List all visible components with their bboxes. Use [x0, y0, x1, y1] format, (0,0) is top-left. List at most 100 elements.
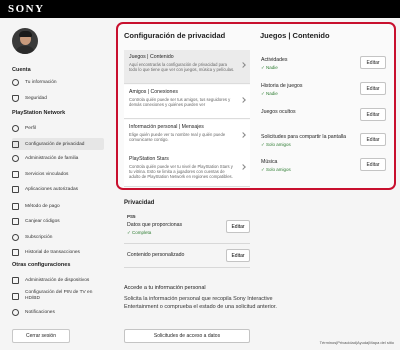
- chevron-right-icon: [240, 62, 246, 68]
- privacy-card-juegos[interactable]: Juegos | Contenido Aquí encontrarás la c…: [124, 50, 250, 84]
- sidebar: Cuenta Tu información Seguridad PlayStat…: [0, 18, 110, 350]
- chevron-right-icon: [240, 132, 246, 138]
- sidebar-item-seguridad[interactable]: Seguridad: [12, 92, 104, 104]
- chevron-right-icon: [240, 164, 246, 170]
- sidebar-item-label: Perfil: [25, 125, 36, 131]
- edit-button[interactable]: Editar: [226, 249, 250, 262]
- sidebar-item-label: Tu información: [25, 79, 57, 85]
- card-title: Información personal | Mensajes: [129, 124, 204, 130]
- privacy-title: Configuración de privacidad: [124, 31, 226, 40]
- row-status: ✓ Nadie: [261, 65, 278, 70]
- sidebar-item-aplicaciones[interactable]: Aplicaciones autorizadas: [12, 183, 104, 195]
- edit-button[interactable]: Editar: [226, 220, 250, 233]
- games-row-ocultos: Juegos ocultos Editar: [258, 106, 390, 126]
- row-status: ✓ Solo amigos: [261, 142, 291, 147]
- avatar[interactable]: [12, 28, 38, 54]
- row-title: Música: [261, 159, 278, 165]
- games-row-musica: Música ✓ Solo amigos Editar: [258, 156, 390, 176]
- user-icon: [12, 78, 19, 86]
- privacy-card-informacion[interactable]: Información personal | Mensajes Elige qu…: [124, 120, 250, 154]
- games-row-historia: Historia de juegos ✓ Nadie Editar: [258, 80, 390, 100]
- row-title: Juegos ocultos: [261, 109, 296, 115]
- card-description: Elige quién puede ver tu nombre real y q…: [129, 131, 226, 142]
- sidebar-item-label: Servicios vinculados: [25, 171, 69, 177]
- card-description: Controla quién puede ser tus amigos, tus…: [129, 96, 231, 107]
- sidebar-item-tu-informacion[interactable]: Tu información: [12, 76, 104, 88]
- bell-icon: [12, 308, 19, 316]
- row-title: Historia de juegos: [261, 83, 303, 89]
- sidebar-item-label: Administración de familia: [25, 155, 79, 161]
- sidebar-item-historial[interactable]: Historial de transacciones: [12, 246, 104, 258]
- sidebar-item-canjear[interactable]: Canjear códigos: [12, 215, 104, 227]
- card-description: Controla quién puede ver tu nivel de Pla…: [129, 163, 233, 179]
- tv-icon: [12, 292, 19, 300]
- sidebar-item-label: Historial de transacciones: [25, 249, 80, 255]
- row-title: Datos que proporcionas: [127, 222, 183, 228]
- signout-button[interactable]: Cerrar sesión: [12, 329, 70, 343]
- sidebar-item-privacidad[interactable]: Configuración de privacidad: [12, 138, 104, 150]
- history-icon: [12, 248, 19, 256]
- card-title: Amigos | Conexiones: [129, 89, 178, 95]
- edit-button[interactable]: Editar: [360, 158, 386, 171]
- apps-icon: [12, 185, 19, 193]
- row-title: Solicitudes para compartir la pantalla: [261, 134, 347, 140]
- sidebar-item-label: Notificaciones: [25, 309, 55, 315]
- games-title: Juegos | Contenido: [260, 31, 330, 40]
- sidebar-item-familia[interactable]: Administración de familia: [12, 152, 104, 164]
- sidebar-item-label: Administración de dispositivos: [25, 277, 90, 283]
- sidebar-item-label: Canjear códigos: [25, 218, 60, 224]
- sidebar-item-label: Subscripción: [25, 234, 53, 240]
- section-psn: PlayStation Network: [12, 110, 66, 116]
- family-icon: [12, 154, 19, 162]
- row-status: ✓ Nadie: [261, 91, 278, 96]
- code-icon: [12, 217, 19, 225]
- games-row-compartir: Solicitudes para compartir la pantalla ✓…: [258, 131, 390, 151]
- row-status: ✓ Solo amigos: [261, 167, 291, 172]
- profile-icon: [12, 124, 19, 132]
- subscription-icon: [12, 233, 19, 241]
- sidebar-item-perfil[interactable]: Perfil: [12, 122, 104, 134]
- divider: [124, 243, 250, 244]
- lock-icon: [12, 140, 19, 148]
- sony-logo[interactable]: SONY: [8, 3, 45, 15]
- row-title: Contenido personalizado: [127, 252, 185, 258]
- shield-icon: [12, 94, 19, 102]
- footer-links[interactable]: Términos|Privacidad|Ayuda|Mapa del sitio: [320, 340, 394, 345]
- privacy-card-stars[interactable]: PlayStation Stars Controla quién puede v…: [124, 152, 250, 187]
- sidebar-item-label: Aplicaciones autorizadas: [25, 186, 79, 192]
- data-access-request-button[interactable]: Solicitudes de acceso a datos: [124, 329, 250, 343]
- chevron-right-icon: [240, 97, 246, 103]
- sidebar-item-pin-tv[interactable]: Configuración del PIN de TV en HD/BD: [12, 288, 104, 304]
- sidebar-item-label: Configuración del PIN de TV en HD/BD: [25, 290, 93, 301]
- access-description: Solicita la información personal que rec…: [124, 296, 277, 310]
- sidebar-item-subscripcion[interactable]: Subscripción: [12, 231, 104, 243]
- section-otras: Otras configuraciones: [12, 262, 71, 268]
- sidebar-item-notificaciones[interactable]: Notificaciones: [12, 306, 104, 318]
- divider: [124, 267, 250, 268]
- sidebar-item-label: Seguridad: [25, 95, 47, 101]
- games-row-actividades: Actividades ✓ Nadie Editar: [258, 54, 390, 74]
- row-title: Actividades: [261, 57, 288, 63]
- link-icon: [12, 170, 19, 178]
- devices-icon: [12, 276, 19, 284]
- card-title: Juegos | Contenido: [129, 54, 174, 60]
- ps5-tag: PS5: [127, 214, 136, 219]
- privacy-card-amigos[interactable]: Amigos | Conexiones Controla quién puede…: [124, 85, 250, 119]
- section-cuenta: Cuenta: [12, 67, 31, 73]
- edit-button[interactable]: Editar: [360, 108, 386, 121]
- edit-button[interactable]: Editar: [360, 82, 386, 95]
- sidebar-item-servicios[interactable]: Servicios vinculados: [12, 168, 104, 180]
- edit-button[interactable]: Editar: [360, 133, 386, 146]
- row-status: ✓ Completa: [127, 230, 152, 235]
- card-description: Aquí encontrarás la configuración de pri…: [129, 61, 235, 72]
- access-title: Accede a tu información personal: [124, 285, 206, 291]
- edit-button[interactable]: Editar: [360, 56, 386, 69]
- sidebar-item-dispositivos[interactable]: Administración de dispositivos: [12, 274, 104, 286]
- card-icon: [12, 202, 19, 210]
- sidebar-item-label: Método de pago: [25, 203, 60, 209]
- card-title: PlayStation Stars: [129, 156, 169, 162]
- top-bar: SONY: [0, 0, 400, 18]
- sidebar-item-pago[interactable]: Método de pago: [12, 200, 104, 212]
- privacidad-title: Privacidad: [124, 200, 155, 206]
- sidebar-item-label: Configuración de privacidad: [25, 141, 85, 147]
